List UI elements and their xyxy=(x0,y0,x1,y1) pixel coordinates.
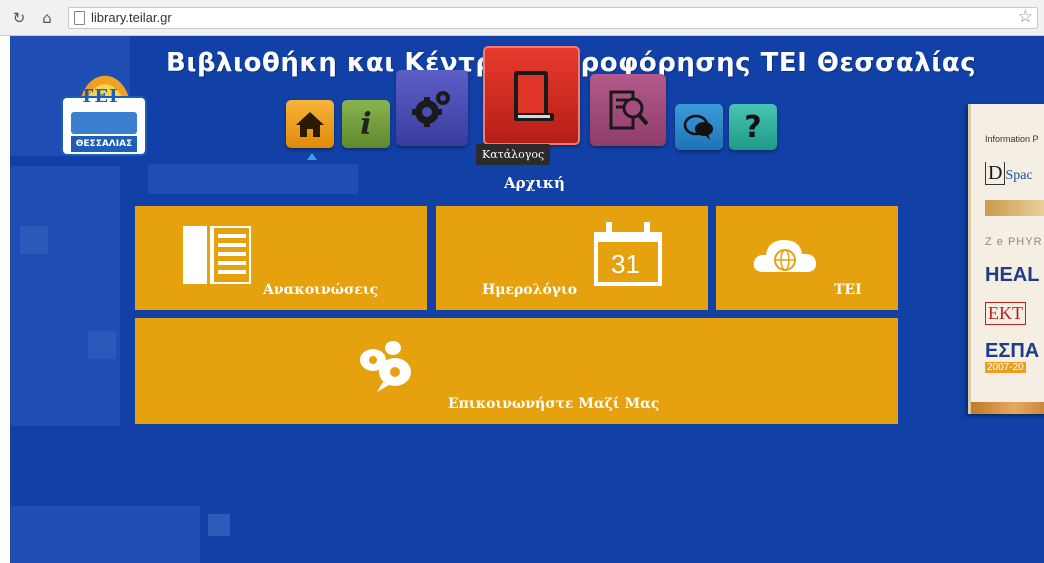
reload-icon[interactable]: ↻ xyxy=(10,9,28,27)
browser-toolbar: ↻ ⌂ library.teilar.gr ☆ xyxy=(0,0,1044,36)
dspace-label: Spac xyxy=(1005,168,1033,183)
page-icon xyxy=(74,11,85,25)
heal-link[interactable]: HEAL xyxy=(985,264,1039,287)
union-catalog-logo[interactable] xyxy=(985,200,1044,216)
panel-edge xyxy=(971,402,1044,414)
calendar-day: 31 xyxy=(611,249,640,279)
background-tile xyxy=(10,166,120,426)
logo-text: ΤΕΙ xyxy=(80,86,119,107)
nav-chat-button[interactable] xyxy=(675,104,723,150)
logo-label: ΘΕΣΣΑΛΙΑΣ xyxy=(71,136,137,152)
tile-tei[interactable]: ΤΕΙ xyxy=(716,206,898,310)
document-search-icon xyxy=(609,90,649,130)
background-tile xyxy=(10,506,200,563)
nav-catalog-button[interactable] xyxy=(483,46,580,145)
tile-announcements[interactable]: Ανακοινώσεις xyxy=(135,206,427,310)
question-icon: ? xyxy=(744,109,762,145)
dspace-letter: D xyxy=(985,162,1006,185)
home-icon xyxy=(296,112,324,137)
info-icon: i xyxy=(360,106,372,142)
espa-link[interactable]: ΕΣΠΑ xyxy=(985,340,1039,363)
chat-bubbles-icon xyxy=(683,114,713,140)
tile-calendar[interactable]: 31 Ημερολόγιο xyxy=(436,206,708,310)
background-tile xyxy=(208,514,230,536)
dspace-link[interactable]: D Spac xyxy=(985,162,1033,185)
list-document-icon xyxy=(183,226,251,284)
partners-panel: Information P D Spac Z e PHYR HEAL EKT ΕΣ… xyxy=(968,104,1044,414)
home-icon[interactable]: ⌂ xyxy=(38,9,56,27)
page-heading: Αρχική xyxy=(504,174,565,192)
address-bar[interactable]: library.teilar.gr ☆ xyxy=(68,7,1038,29)
espa-years: 2007-20 xyxy=(985,362,1026,373)
chat-bubbles-icon xyxy=(360,341,411,392)
browser-window: ↻ ⌂ library.teilar.gr ☆ ΤΕΙ ΘΕΣΣΑΛΙΑΣ Βι… xyxy=(0,0,1044,563)
tei-logo[interactable]: ΤΕΙ ΘΕΣΣΑΛΙΑΣ xyxy=(53,70,155,158)
nav-help-button[interactable]: ? xyxy=(729,104,777,150)
cloud-globe-icon xyxy=(753,240,816,272)
zephyr-link[interactable]: Z e PHYR xyxy=(985,236,1043,248)
tile-announcements-label: Ανακοινώσεις xyxy=(263,282,379,298)
url-text[interactable]: library.teilar.gr xyxy=(91,10,172,25)
tile-tei-label: ΤΕΙ xyxy=(834,282,862,298)
star-icon[interactable]: ☆ xyxy=(1018,7,1033,27)
information-portal-link[interactable]: Information P xyxy=(985,134,1039,144)
ekt-link[interactable]: EKT xyxy=(985,302,1026,325)
active-indicator xyxy=(307,153,317,160)
catalog-tooltip: Κατάλογος xyxy=(476,144,551,165)
nav-settings-button[interactable] xyxy=(396,70,468,146)
site-page: ΤΕΙ ΘΕΣΣΑΛΙΑΣ Βιβλιοθήκη και Κέντρο Πληρ… xyxy=(10,36,1044,563)
gear-icon xyxy=(412,91,450,127)
book-icon xyxy=(513,70,554,121)
tile-contact-label: Επικοινωνήστε Μαζί Μας xyxy=(448,396,660,412)
nav-search-button[interactable] xyxy=(590,74,666,146)
tile-calendar-label: Ημερολόγιο xyxy=(482,282,578,298)
nav-home-button[interactable] xyxy=(286,100,334,148)
tile-contact[interactable]: Επικοινωνήστε Μαζί Μας xyxy=(135,318,898,424)
nav-info-button[interactable]: i xyxy=(342,100,390,148)
logo-book xyxy=(71,112,137,134)
